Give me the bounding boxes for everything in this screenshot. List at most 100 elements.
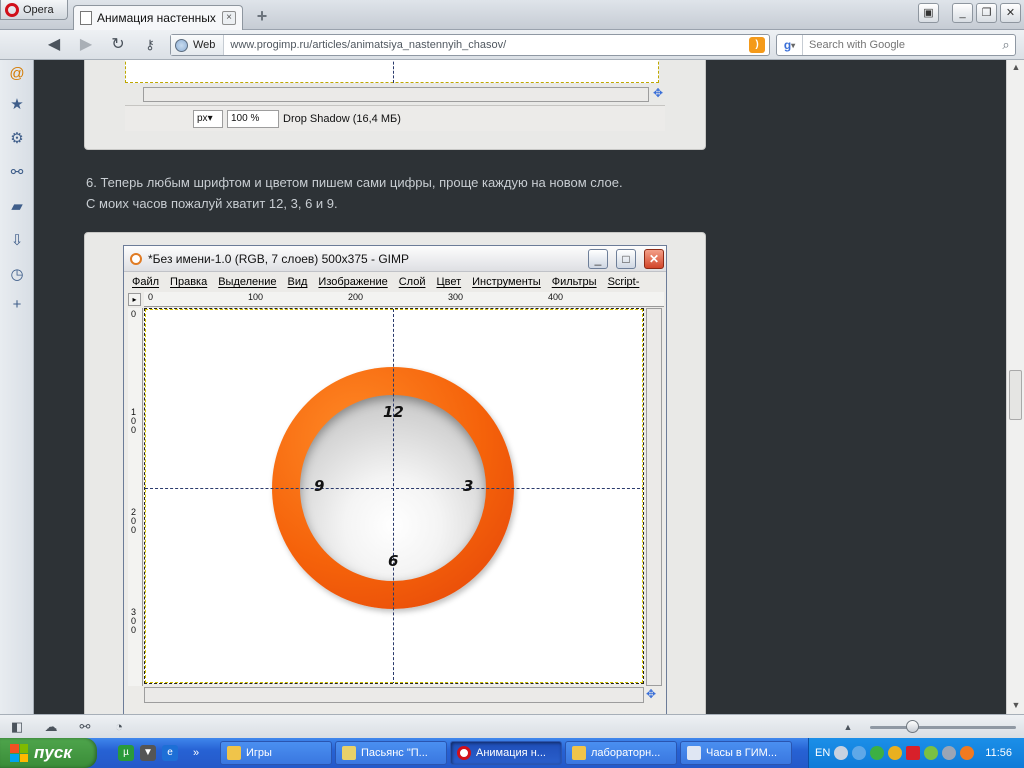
app-icon[interactable]: ▼: [140, 745, 156, 761]
unite-status-icon[interactable]: ⚯: [77, 719, 93, 735]
firefox-icon[interactable]: [960, 746, 975, 760]
menu-view[interactable]: Вид: [288, 276, 308, 288]
ruler-left-label: 2 0 0: [131, 507, 137, 535]
menu-file[interactable]: Файл: [132, 276, 159, 288]
taskbar-item-label: Часы в ГИМ...: [706, 747, 778, 759]
search-input[interactable]: [803, 39, 997, 51]
zoom-slider-thumb[interactable]: [906, 720, 919, 733]
page-scrollbar[interactable]: ▲ ▼: [1006, 60, 1024, 714]
scroll-up-icon[interactable]: ▲: [1010, 62, 1022, 72]
history-icon[interactable]: ◷: [8, 266, 26, 284]
menu-image[interactable]: Изображение: [318, 276, 387, 288]
add-panel-icon[interactable]: +: [8, 296, 26, 314]
downloads-icon[interactable]: ⇩: [8, 232, 26, 250]
tab-active[interactable]: Анимация настенных ча ×: [73, 5, 243, 30]
gimp-canvas[interactable]: 12 3 6 9: [144, 308, 644, 684]
ruler-top-label: 0: [148, 292, 154, 302]
bookmarks-icon[interactable]: ★: [8, 96, 26, 114]
unite-icon[interactable]: ⚯: [8, 164, 26, 182]
screenshot-frame-2: *Без имени-1.0 (RGB, 7 слоев) 500x375 - …: [84, 232, 706, 714]
minimize-button[interactable]: _: [952, 3, 973, 23]
address-web-badge[interactable]: Web: [171, 35, 225, 55]
panel-toggle-icon[interactable]: ◧: [9, 719, 25, 735]
mail-icon[interactable]: @: [8, 65, 26, 83]
cloud-icon[interactable]: ☁: [43, 719, 59, 735]
network-icon[interactable]: [852, 746, 867, 760]
wand-key-icon[interactable]: ⚷: [140, 36, 160, 54]
taskbar-item-active[interactable]: Анимация н...: [450, 741, 562, 765]
taskbar-item[interactable]: лабораторн...: [565, 741, 677, 765]
menu-layer[interactable]: Слой: [399, 276, 426, 288]
ruler-top-label: 300: [448, 292, 464, 302]
menu-script[interactable]: Script-: [608, 276, 640, 288]
google-icon[interactable]: g ▾: [777, 35, 803, 55]
notes-icon[interactable]: ▰: [8, 198, 26, 216]
globe-icon: [175, 38, 188, 52]
menu-filters[interactable]: Фильтры: [552, 276, 597, 288]
guide-horizontal[interactable]: [145, 488, 643, 489]
browser-tab-bar: Opera Анимация настенных ча × + ▣ _ ❐ ✕: [0, 0, 1024, 30]
tab-title: Анимация настенных ча: [97, 11, 217, 25]
zoom-select[interactable]: 100 %: [227, 109, 279, 128]
gimp-minimize-button[interactable]: _: [588, 248, 608, 269]
new-tab-button[interactable]: +: [254, 7, 270, 25]
scroll-down-icon[interactable]: ▼: [1010, 700, 1022, 710]
ati-icon[interactable]: [906, 746, 921, 760]
taskbar-item[interactable]: Игры: [220, 741, 332, 765]
ie-icon[interactable]: e: [162, 745, 178, 761]
search-icon[interactable]: ⌕: [997, 37, 1015, 53]
widgets-icon[interactable]: ⚙: [8, 130, 26, 148]
menu-color[interactable]: Цвет: [436, 276, 461, 288]
ruler-left-label: 3 0 0: [131, 607, 137, 635]
forward-icon[interactable]: ▶: [76, 36, 96, 54]
opera-menu-label: Opera: [23, 3, 54, 16]
volume-icon[interactable]: [942, 746, 957, 760]
menu-select[interactable]: Выделение: [218, 276, 276, 288]
unit-select[interactable]: px ▾: [193, 109, 223, 128]
zoom-slider[interactable]: [870, 726, 1016, 729]
address-bar[interactable]: Web www.progimp.ru/articles/animatsiya_n…: [170, 34, 770, 56]
search-box[interactable]: g▾ ⌕: [776, 34, 1016, 56]
system-tray: EN 11:56: [808, 738, 1024, 768]
gimp-close-button[interactable]: ✕: [644, 248, 664, 269]
trash-icon[interactable]: ▣: [918, 3, 939, 23]
more-icon[interactable]: »: [188, 745, 204, 761]
url-field[interactable]: www.progimp.ru/articles/animatsiya_naste…: [224, 39, 749, 51]
ruler-left-label: 0: [131, 309, 137, 319]
scroll-thumb[interactable]: [1009, 370, 1022, 420]
gimp-vscroll[interactable]: [646, 308, 662, 686]
ruler-corner-icon[interactable]: ▸: [128, 293, 141, 306]
gimp-maximize-button[interactable]: □: [616, 248, 636, 269]
ruler-top: 0 100 200 300 400: [144, 292, 664, 307]
menu-edit[interactable]: Правка: [170, 276, 207, 288]
zoom-arrow-icon[interactable]: ▲: [840, 719, 856, 735]
download-tray-icon[interactable]: [870, 746, 885, 760]
taskbar-item[interactable]: Пасьянс "П...: [335, 741, 447, 765]
language-indicator[interactable]: EN: [815, 747, 830, 759]
gimp-hscroll-1[interactable]: [143, 87, 649, 102]
check-icon[interactable]: [924, 746, 939, 760]
navigate-icon[interactable]: ✥: [646, 687, 656, 701]
tray-arrow-icon[interactable]: [834, 746, 849, 760]
navigate-icon[interactable]: ✥: [653, 86, 663, 100]
opera-menu-button[interactable]: Opera: [0, 0, 68, 20]
maximize-button[interactable]: ❐: [976, 3, 997, 23]
gimp-hscroll[interactable]: [144, 687, 644, 703]
close-button[interactable]: ✕: [1000, 3, 1021, 23]
back-icon[interactable]: ◀: [44, 36, 64, 54]
browser-status-bar: ◧ ☁ ⚯ ◔ ▲: [0, 714, 1024, 738]
page-icon: [80, 11, 92, 25]
rss-icon[interactable]: ): [749, 37, 765, 53]
utorrent-icon[interactable]: µ: [118, 745, 134, 761]
reload-icon[interactable]: ↻: [108, 36, 128, 54]
taskbar-item[interactable]: Часы в ГИМ...: [680, 741, 792, 765]
menu-tools[interactable]: Инструменты: [472, 276, 541, 288]
tab-close-icon[interactable]: ×: [222, 11, 236, 25]
start-button[interactable]: пуск: [0, 738, 97, 768]
warning-icon[interactable]: [888, 746, 903, 760]
turbo-icon[interactable]: ◔: [111, 719, 127, 735]
opera-logo-icon: [5, 2, 19, 17]
system-clock[interactable]: 11:56: [985, 747, 1012, 759]
windows-taskbar: пуск µ ▼ e » Игры Пасьянс "П... Анимация…: [0, 738, 1024, 768]
guide-vertical[interactable]: [393, 309, 394, 683]
